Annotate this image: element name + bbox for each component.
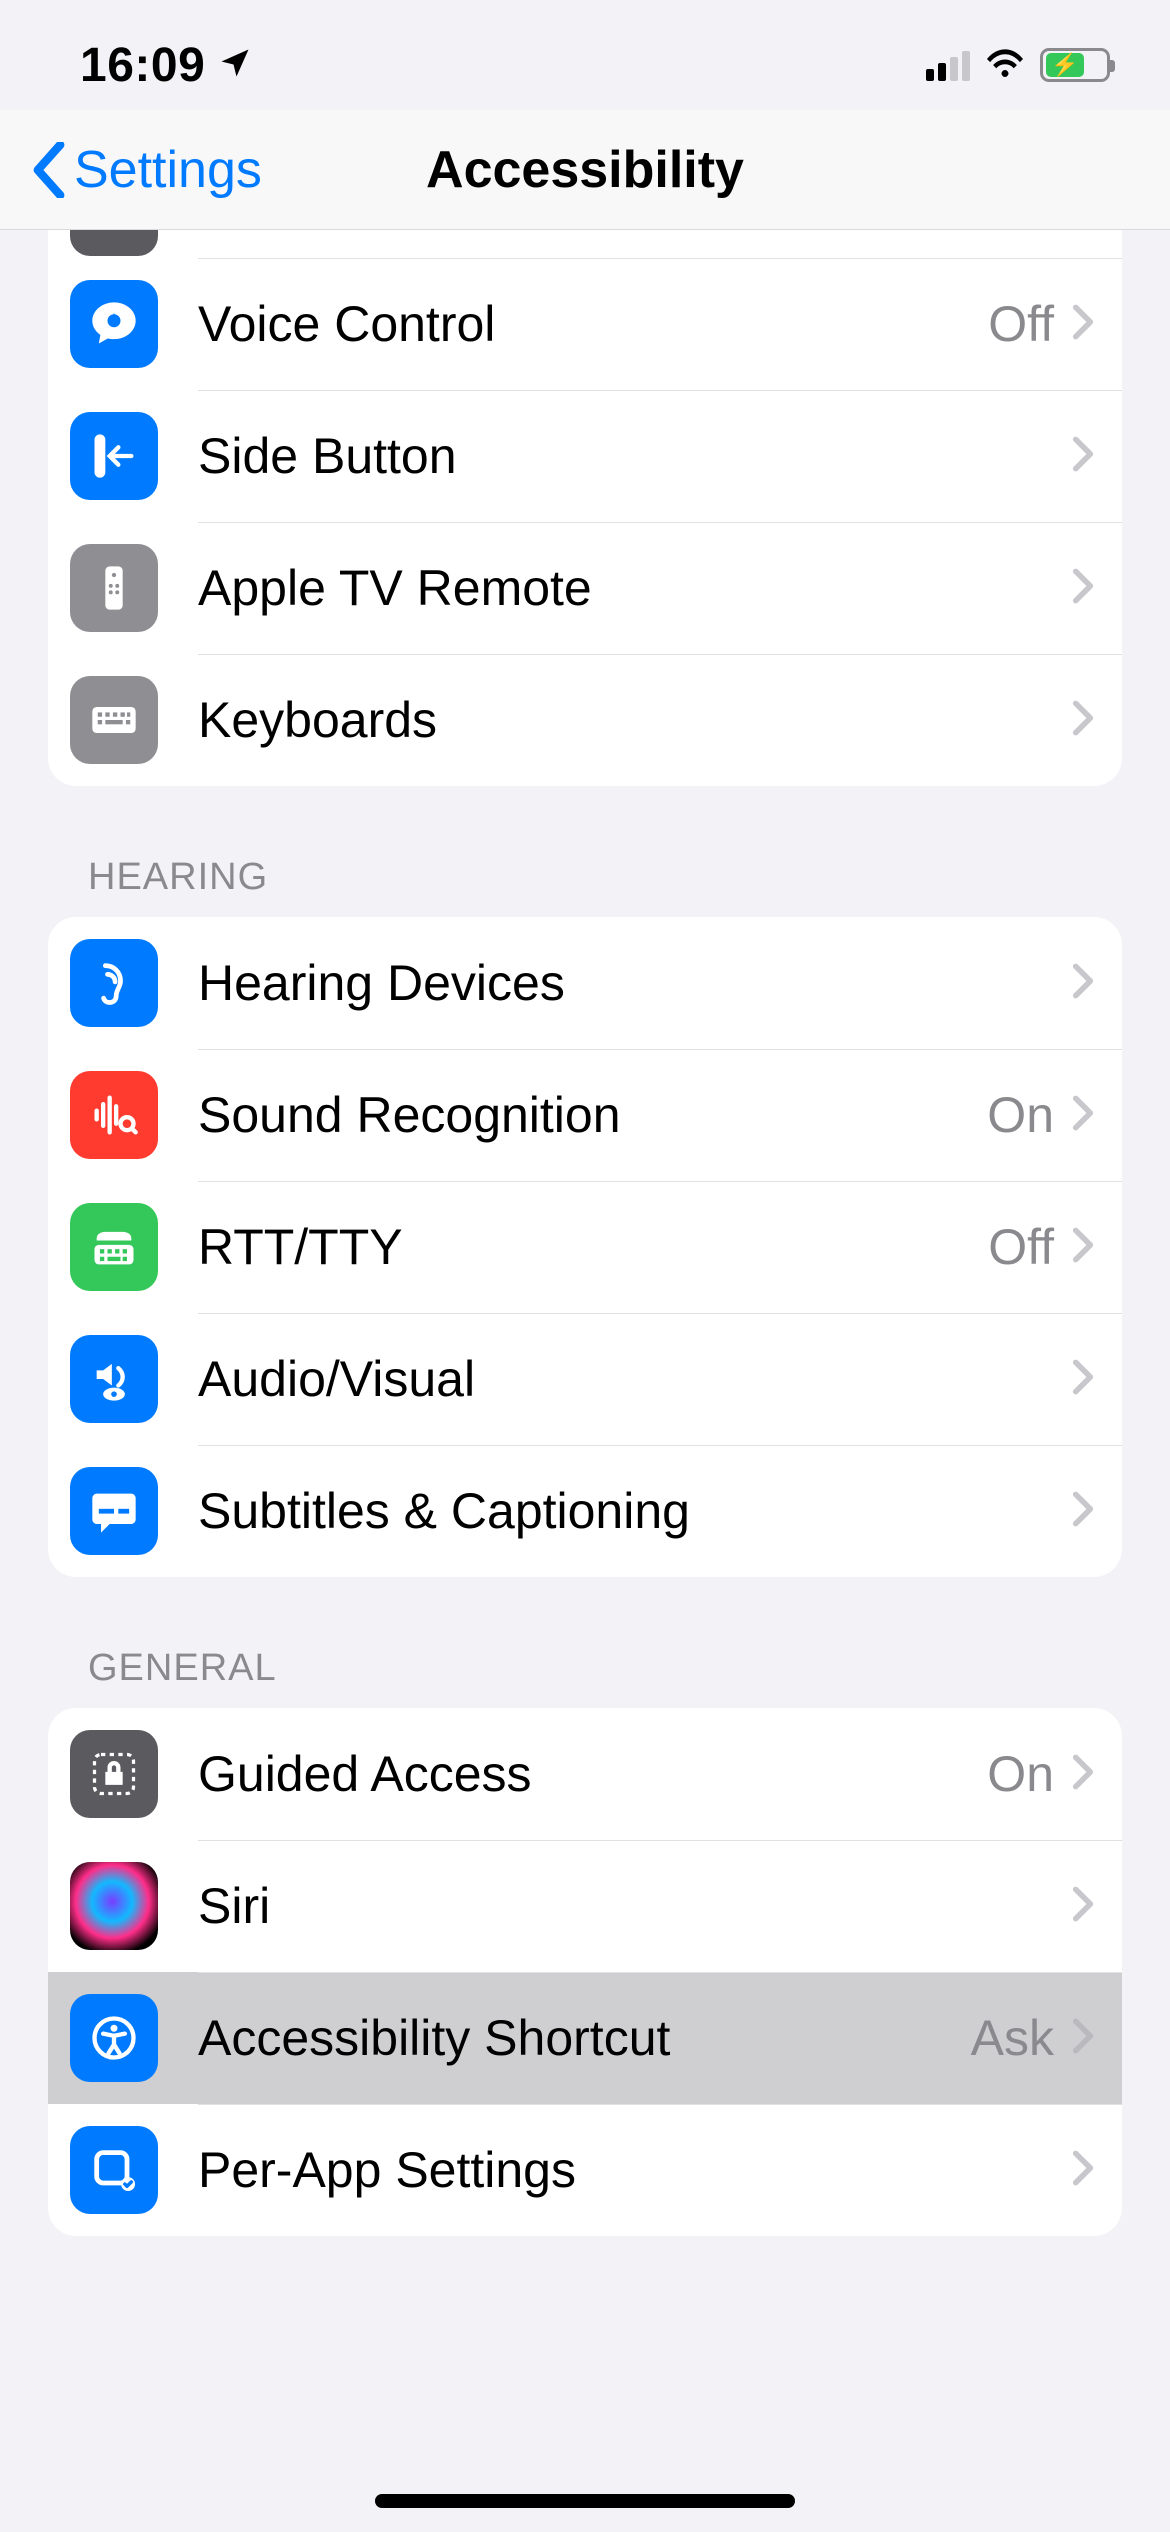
chevron-right-icon — [1072, 303, 1094, 346]
group-general: Guided Access On Siri Accessibility Shor… — [48, 1708, 1122, 2236]
row-label: Sound Recognition — [198, 1086, 987, 1144]
row-label: Siri — [198, 1877, 1072, 1935]
guided-access-icon — [70, 1730, 158, 1818]
keyboards-icon — [70, 676, 158, 764]
apple-tv-remote-icon — [70, 544, 158, 632]
row-guided-access[interactable]: Guided Access On — [48, 1708, 1122, 1840]
battery-charging-icon: ⚡ — [1040, 48, 1110, 82]
chevron-right-icon — [1072, 699, 1094, 742]
row-label: Guided Access — [198, 1745, 987, 1803]
row-accessibility-shortcut[interactable]: Accessibility Shortcut Ask — [48, 1972, 1122, 2104]
chevron-right-icon — [1072, 2149, 1094, 2192]
audio-visual-icon — [70, 1335, 158, 1423]
row-hearing-devices[interactable]: Hearing Devices — [48, 917, 1122, 1049]
sound-recognition-icon — [70, 1071, 158, 1159]
status-left: 16:09 — [80, 38, 253, 93]
siri-icon — [70, 1862, 158, 1950]
home-indicator[interactable] — [375, 2494, 795, 2508]
section-header-hearing: HEARING — [48, 786, 1122, 917]
location-arrow-icon — [217, 45, 253, 86]
group-hearing: Hearing Devices Sound Recognition On RTT… — [48, 917, 1122, 1577]
row-label: Voice Control — [198, 295, 988, 353]
rtt-tty-icon — [70, 1203, 158, 1291]
row-partial-previous[interactable] — [48, 230, 1122, 258]
row-label: Audio/Visual — [198, 1350, 1072, 1408]
chevron-right-icon — [1072, 1885, 1094, 1928]
row-value: Ask — [971, 2009, 1054, 2067]
chevron-right-icon — [1072, 435, 1094, 478]
row-label: Subtitles & Captioning — [198, 1482, 1072, 1540]
row-sound-recognition[interactable]: Sound Recognition On — [48, 1049, 1122, 1181]
row-apple-tv-remote[interactable]: Apple TV Remote — [48, 522, 1122, 654]
status-bar: 16:09 ⚡ — [0, 0, 1170, 110]
partial-icon — [70, 230, 158, 256]
voice-control-icon — [70, 280, 158, 368]
nav-bar: Settings Accessibility — [0, 110, 1170, 230]
row-siri[interactable]: Siri — [48, 1840, 1122, 1972]
section-header-general: GENERAL — [48, 1577, 1122, 1708]
status-time: 16:09 — [80, 38, 205, 93]
row-rtt-tty[interactable]: RTT/TTY Off — [48, 1181, 1122, 1313]
cellular-signal-icon — [926, 49, 970, 81]
wifi-icon — [984, 42, 1026, 89]
row-per-app-settings[interactable]: Per-App Settings — [48, 2104, 1122, 2236]
chevron-right-icon — [1072, 1358, 1094, 1401]
chevron-right-icon — [1072, 1094, 1094, 1137]
row-value: On — [987, 1745, 1054, 1803]
row-label: Keyboards — [198, 691, 1072, 749]
row-label: RTT/TTY — [198, 1218, 988, 1276]
chevron-right-icon — [1072, 2017, 1094, 2060]
chevron-right-icon — [1072, 1753, 1094, 1796]
row-label: Apple TV Remote — [198, 559, 1072, 617]
row-voice-control[interactable]: Voice Control Off — [48, 258, 1122, 390]
row-keyboards[interactable]: Keyboards — [48, 654, 1122, 786]
side-button-icon — [70, 412, 158, 500]
ear-icon — [70, 939, 158, 1027]
row-value: Off — [988, 295, 1054, 353]
status-right: ⚡ — [926, 42, 1110, 89]
subtitles-icon — [70, 1467, 158, 1555]
page-title: Accessibility — [426, 140, 744, 200]
chevron-right-icon — [1072, 567, 1094, 610]
row-side-button[interactable]: Side Button — [48, 390, 1122, 522]
row-label: Hearing Devices — [198, 954, 1072, 1012]
row-audio-visual[interactable]: Audio/Visual — [48, 1313, 1122, 1445]
back-label: Settings — [74, 140, 262, 200]
accessibility-shortcut-icon — [70, 1994, 158, 2082]
row-value: On — [987, 1086, 1054, 1144]
chevron-right-icon — [1072, 1490, 1094, 1533]
row-subtitles-captioning[interactable]: Subtitles & Captioning — [48, 1445, 1122, 1577]
row-label: Per-App Settings — [198, 2141, 1072, 2199]
chevron-right-icon — [1072, 1226, 1094, 1269]
back-button[interactable]: Settings — [30, 140, 262, 200]
row-label: Accessibility Shortcut — [198, 2009, 971, 2067]
row-label: Side Button — [198, 427, 1072, 485]
content: Voice Control Off Side Button Apple TV R… — [0, 230, 1170, 2296]
group-physical-motor: Voice Control Off Side Button Apple TV R… — [48, 230, 1122, 786]
per-app-settings-icon — [70, 2126, 158, 2214]
row-value: Off — [988, 1218, 1054, 1276]
chevron-right-icon — [1072, 962, 1094, 1005]
